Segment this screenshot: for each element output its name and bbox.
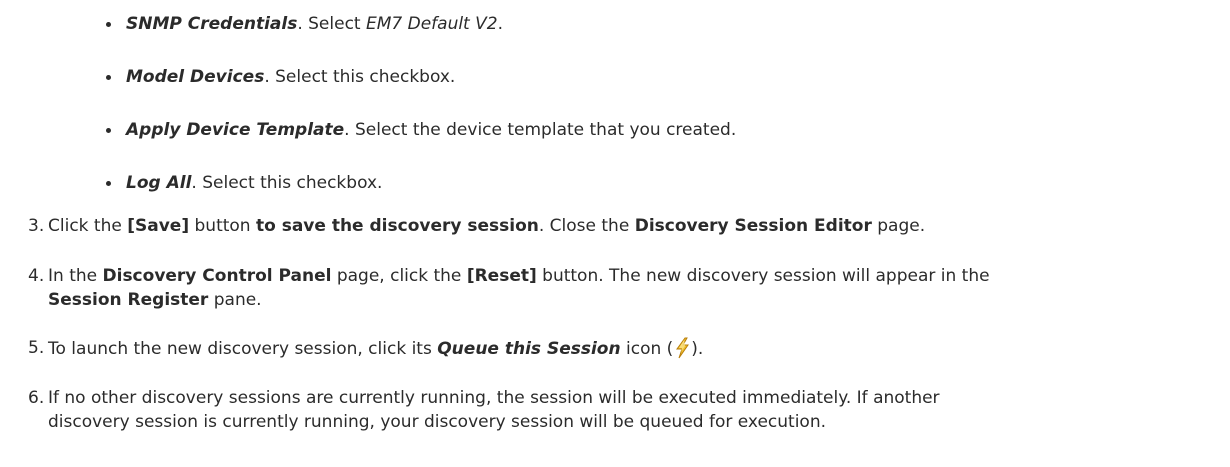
- step-text-continued: discovery session is currently running, …: [48, 412, 826, 432]
- bullet-marker: [106, 22, 111, 27]
- save-button-ref: [Save]: [127, 216, 190, 236]
- list-item: Model Devices. Select this checkbox.: [126, 67, 456, 87]
- bullet-marker: [106, 75, 111, 80]
- pane-ref: Session Register: [48, 290, 209, 310]
- bullet-marker: [106, 181, 111, 186]
- list-item: Log All. Select this checkbox.: [126, 173, 383, 193]
- list-item: SNMP Credentials. Select EM7 Default V2.: [126, 14, 503, 34]
- page-ref: Discovery Control Panel: [102, 266, 332, 286]
- lightning-bolt-icon: [676, 337, 690, 359]
- step-text-continued: Session Register pane.: [48, 290, 262, 310]
- step-number: 6.: [28, 388, 45, 408]
- step-number: 4.: [28, 266, 45, 286]
- step-text: To launch the new discovery session, cli…: [48, 337, 704, 359]
- field-term: Model Devices: [126, 67, 265, 87]
- page-ref: Discovery Session Editor: [634, 216, 872, 236]
- step-text: Click the [Save] button to save the disc…: [48, 216, 926, 236]
- field-value: EM7 Default V2: [365, 14, 498, 34]
- reset-button-ref: [Reset]: [466, 266, 537, 286]
- step-text: If no other discovery sessions are curre…: [48, 388, 940, 408]
- field-term: Log All: [126, 173, 192, 193]
- list-item: Apply Device Template. Select the device…: [126, 120, 737, 140]
- step-number: 3.: [28, 216, 45, 236]
- step-number: 5.: [28, 338, 45, 358]
- document-page: SNMP Credentials. Select EM7 Default V2.…: [0, 0, 1230, 467]
- field-term: SNMP Credentials: [126, 14, 298, 34]
- step-text: In the Discovery Control Panel page, cli…: [48, 266, 990, 286]
- bullet-marker: [106, 128, 111, 133]
- field-term: Apply Device Template: [126, 120, 345, 140]
- icon-name-ref: Queue this Session: [437, 339, 621, 359]
